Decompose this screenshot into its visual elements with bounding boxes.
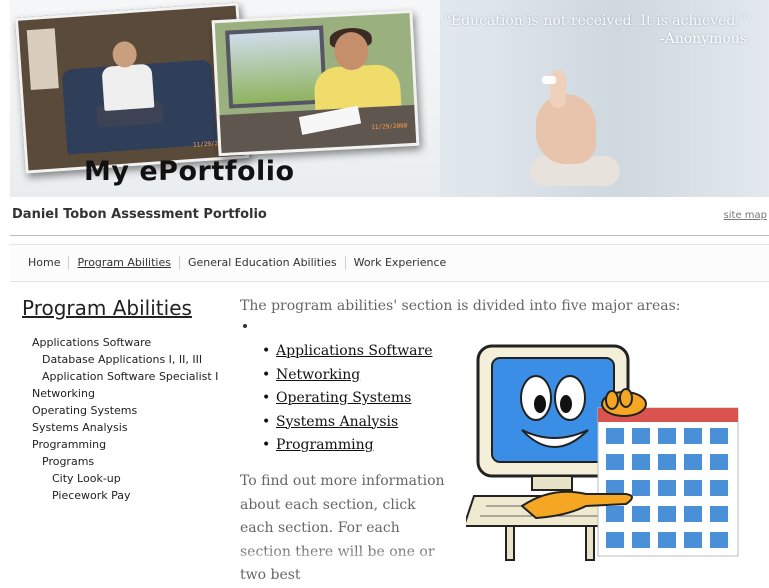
sidebar-item-applications-software[interactable]: Applications Software	[32, 336, 222, 349]
sidebar-heading[interactable]: Program Abilities	[22, 296, 222, 320]
area-item: Networking	[262, 364, 433, 388]
intro-text: The program abilities' section is divide…	[240, 298, 681, 314]
banner-quote: “Education is not received. It is achiev…	[444, 12, 747, 48]
area-link-operating-systems[interactable]: Operating Systems	[276, 390, 411, 406]
sidebar-item-city-look-up[interactable]: City Look-up	[32, 472, 222, 485]
sidebar-item-piecework-pay[interactable]: Piecework Pay	[32, 489, 222, 502]
area-item: Operating Systems	[262, 387, 433, 411]
nav-item-program-abilities[interactable]: Program Abilities	[68, 256, 178, 270]
site-map-link[interactable]: site map	[724, 210, 767, 221]
sidebar: Program Abilities Applications Software …	[22, 296, 222, 506]
sidebar-item-programs[interactable]: Programs	[32, 455, 222, 468]
student-photo-2: 11/29/2008	[211, 9, 420, 157]
sidebar-item-application-software-specialist[interactable]: Application Software Specialist I	[32, 370, 222, 383]
nav-item-general-education-abilities[interactable]: General Education Abilities	[178, 256, 345, 270]
area-item: Programming	[262, 434, 433, 458]
computer-mascot-clipart	[466, 344, 739, 561]
nav-item-home[interactable]: Home	[26, 256, 68, 270]
banner-title: My ePortfolio	[84, 156, 295, 187]
quote-author: -Anonymous	[659, 31, 747, 47]
sidebar-item-networking[interactable]: Networking	[32, 387, 222, 400]
sidebar-item-operating-systems[interactable]: Operating Systems	[32, 404, 222, 417]
areas-list: Applications Software Networking Operati…	[262, 340, 433, 458]
sidebar-list: Applications Software Database Applicati…	[22, 336, 222, 502]
body-text: To find out more information about each …	[240, 473, 445, 583]
area-item: Applications Software	[262, 340, 433, 364]
quote-text: “Education is not received. It is achiev…	[443, 13, 747, 29]
area-link-applications-software[interactable]: Applications Software	[276, 343, 433, 359]
sidebar-item-systems-analysis[interactable]: Systems Analysis	[32, 421, 222, 434]
area-link-networking[interactable]: Networking	[276, 367, 360, 383]
banner: 11/29/2008 11/29/2008 “Education is not …	[10, 0, 769, 197]
site-header: Daniel Tobon Assessment Portfolio site m…	[10, 197, 769, 236]
main-nav: Home Program Abilities General Education…	[10, 244, 769, 282]
nav-item-work-experience[interactable]: Work Experience	[344, 256, 455, 270]
main-content: The program abilities' section is divide…	[240, 298, 740, 583]
empty-bullet	[243, 324, 247, 328]
area-item: Systems Analysis	[262, 411, 433, 435]
sidebar-item-programming[interactable]: Programming	[32, 438, 222, 451]
text-fade	[240, 548, 450, 568]
chalk-hand-image	[530, 70, 620, 186]
area-link-programming[interactable]: Programming	[276, 437, 374, 453]
area-link-systems-analysis[interactable]: Systems Analysis	[276, 414, 398, 430]
site-title: Daniel Tobon Assessment Portfolio	[12, 207, 267, 222]
sidebar-item-database-applications[interactable]: Database Applications I, II, III	[32, 353, 222, 366]
